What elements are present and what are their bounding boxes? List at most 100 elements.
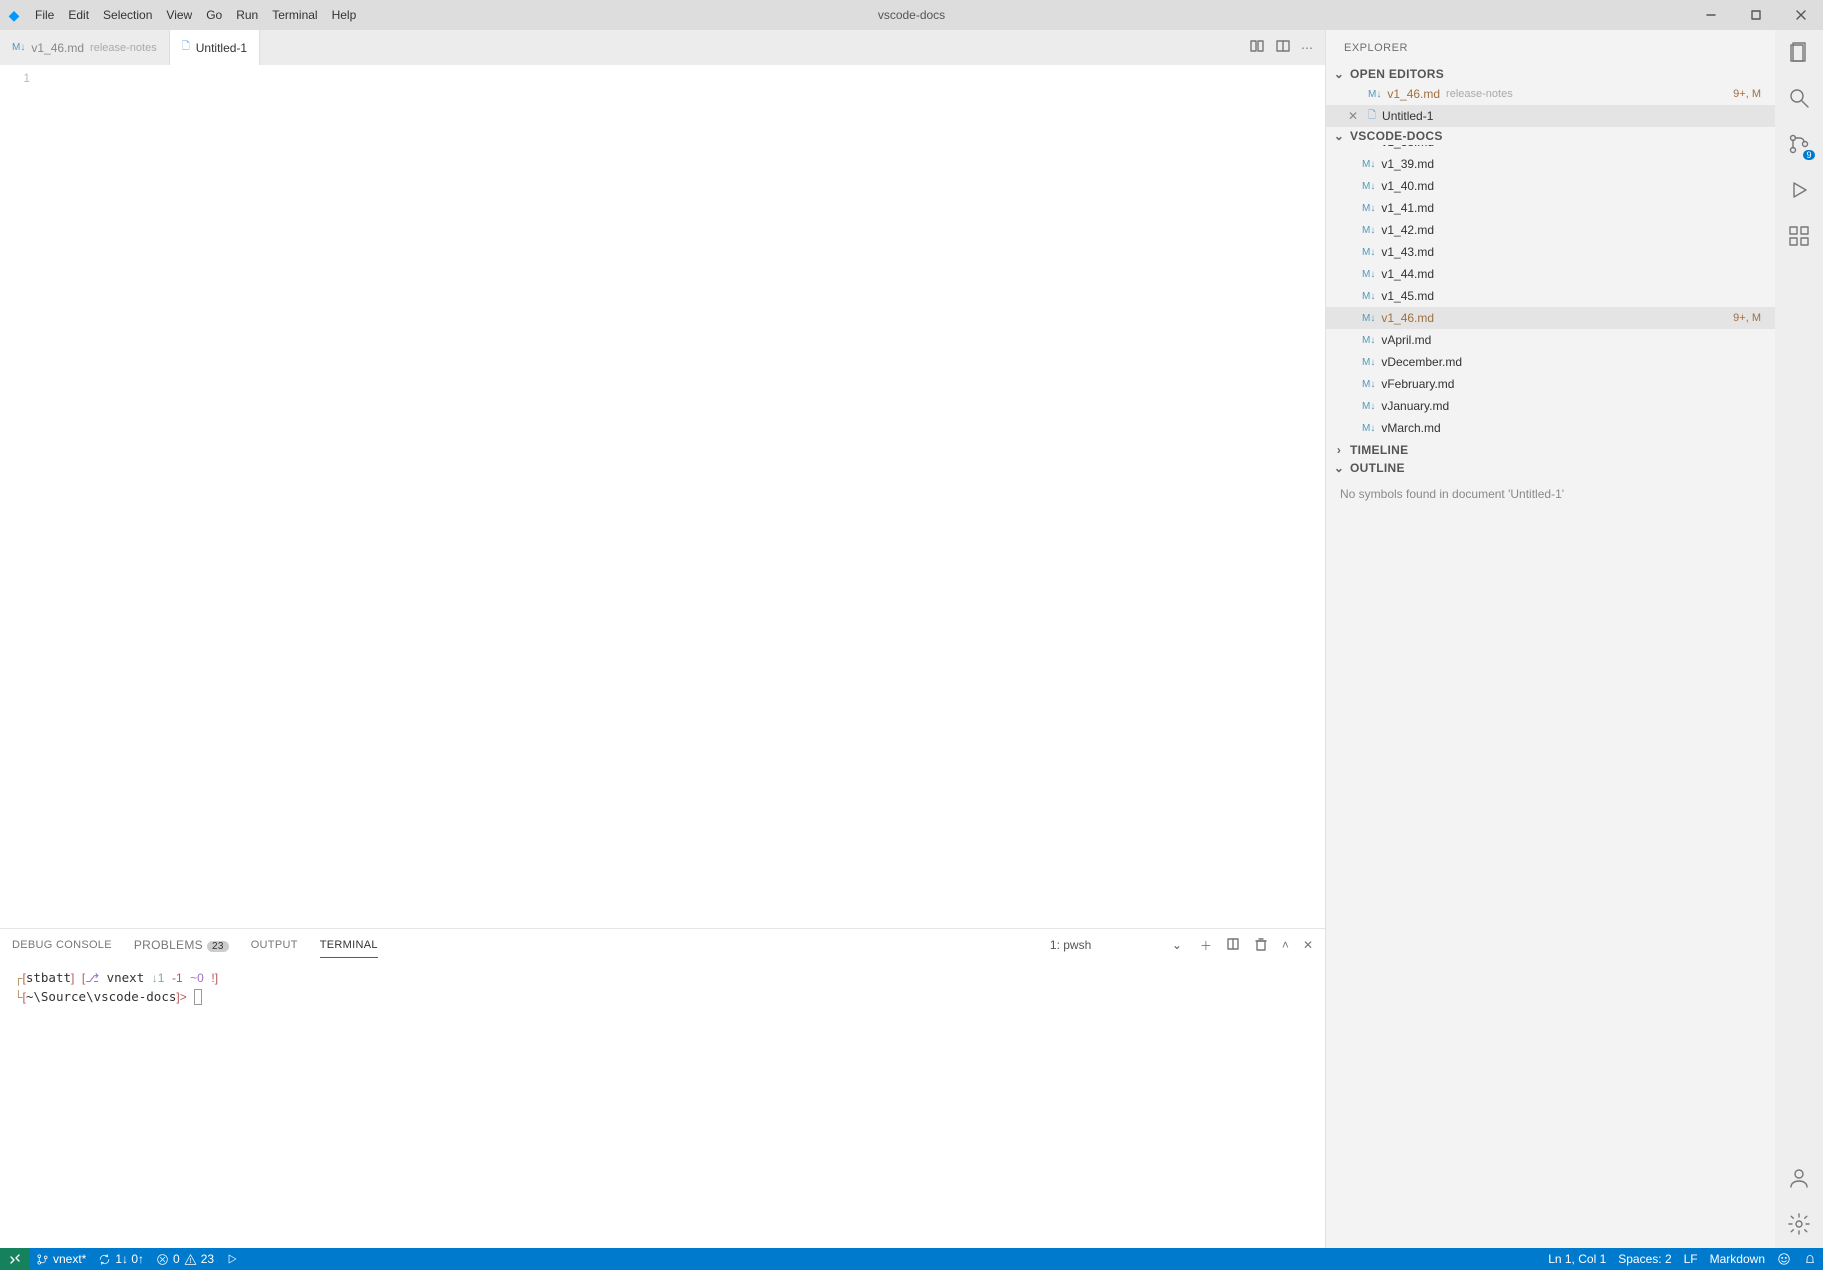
tab-debug-console[interactable]: DEBUG CONSOLE	[12, 939, 112, 951]
feedback-icon[interactable]	[1771, 1252, 1797, 1266]
markdown-icon: M↓	[1362, 401, 1375, 412]
markdown-icon: M↓	[1362, 291, 1375, 302]
markdown-icon: M↓	[1362, 181, 1375, 192]
file-tree-item[interactable]: M↓v1_45.md	[1326, 285, 1775, 307]
cursor-position[interactable]: Ln 1, Col 1	[1542, 1252, 1612, 1266]
file-tree-item[interactable]: M↓v1_46.md9+, M	[1326, 307, 1775, 329]
activity-bar: 9	[1775, 30, 1823, 1248]
editor-tab[interactable]: 🗋Untitled-1	[170, 30, 260, 65]
file-tree-item[interactable]: M↓v1_39.md	[1326, 153, 1775, 175]
modified-badge: 9+, M	[1733, 88, 1775, 100]
settings-gear-icon[interactable]	[1785, 1210, 1813, 1238]
remote-indicator[interactable]	[0, 1248, 30, 1270]
terminal-content[interactable]: ┌[stbatt] [⎇ vnext ↓1 -1 ~0 !] └[~\Sourc…	[0, 961, 1325, 1248]
terminal-selector-value: 1: pwsh	[1050, 938, 1091, 952]
extensions-icon[interactable]	[1785, 222, 1813, 250]
indentation[interactable]: Spaces: 2	[1612, 1252, 1677, 1266]
open-editor-item[interactable]: M↓v1_46.mdrelease-notes9+, M	[1326, 83, 1775, 105]
file-name: v1_41.md	[1381, 201, 1434, 215]
file-tree-item[interactable]: M↓v1_38.md	[1326, 145, 1775, 153]
search-icon[interactable]	[1785, 84, 1813, 112]
chevron-down-icon: ⌄	[1332, 67, 1346, 81]
menu-view[interactable]: View	[159, 4, 199, 26]
close-button[interactable]	[1778, 0, 1823, 30]
file-tree-item[interactable]: M↓v1_41.md	[1326, 197, 1775, 219]
outline-header[interactable]: ⌄OUTLINE	[1326, 459, 1775, 477]
problems-status[interactable]: 0 23	[150, 1252, 220, 1266]
compare-icon[interactable]	[1249, 38, 1265, 57]
file-icon: 🗋	[1368, 108, 1376, 125]
split-editor-icon[interactable]	[1275, 38, 1291, 57]
error-count: 0	[173, 1252, 180, 1266]
accounts-icon[interactable]	[1785, 1164, 1813, 1192]
file-tree-item[interactable]: M↓ v1_40.md	[1326, 175, 1775, 197]
kill-terminal-icon[interactable]	[1254, 937, 1268, 954]
menu-terminal[interactable]: Terminal	[265, 4, 324, 26]
markdown-icon: M↓	[1362, 247, 1375, 258]
run-debug-icon[interactable]	[1785, 176, 1813, 204]
close-panel-icon[interactable]: ✕	[1303, 938, 1313, 952]
file-path: release-notes	[1446, 88, 1513, 100]
menu-go[interactable]: Go	[199, 4, 229, 26]
file-tree-item[interactable]: M↓v1_42.md	[1326, 219, 1775, 241]
file-tree-item[interactable]: M↓vMarch.md	[1326, 417, 1775, 439]
file-tree-item[interactable]: M↓ vJanuary.md	[1326, 395, 1775, 417]
timeline-header[interactable]: ›TIMELINE	[1326, 441, 1775, 459]
file-name: Untitled-1	[1382, 109, 1433, 123]
editor-group: M↓v1_46.mdrelease-notes🗋Untitled-1 ⋯ 1 D…	[0, 30, 1325, 1248]
menu-edit[interactable]: Edit	[61, 4, 96, 26]
file-name: vMarch.md	[1381, 421, 1440, 435]
split-terminal-icon[interactable]	[1226, 937, 1240, 954]
file-tree-item[interactable]: M↓vFebruary.md	[1326, 373, 1775, 395]
editor-body[interactable]: 1	[0, 65, 1325, 928]
file-tree-item[interactable]: M↓v1_44.md	[1326, 263, 1775, 285]
more-icon[interactable]: ⋯	[1301, 41, 1313, 55]
explorer-icon[interactable]	[1785, 38, 1813, 66]
file-tree-item[interactable]: M↓v1_43.md	[1326, 241, 1775, 263]
file-tree: M↓v1_38.mdM↓v1_39.mdM↓v1_40.mdM↓v1_41.md…	[1326, 145, 1775, 441]
maximize-panel-icon[interactable]: ˄	[1282, 938, 1289, 952]
chevron-right-icon: ›	[1332, 443, 1346, 457]
markdown-icon: M↓	[1362, 225, 1375, 236]
file-tree-item[interactable]: M↓vApril.md	[1326, 329, 1775, 351]
menu-run[interactable]: Run	[229, 4, 265, 26]
debug-start[interactable]	[220, 1253, 244, 1265]
close-icon[interactable]: ✕	[1348, 109, 1362, 123]
folder-header[interactable]: ⌄VSCODE-DOCS	[1326, 127, 1775, 145]
code-area[interactable]	[40, 65, 1325, 928]
main-area: M↓v1_46.mdrelease-notes🗋Untitled-1 ⋯ 1 D…	[0, 30, 1823, 1248]
open-editor-item[interactable]: ✕ 🗋 Untitled-1	[1326, 105, 1775, 127]
tab-terminal[interactable]: TERMINAL	[320, 939, 378, 958]
file-tree-item[interactable]: M↓vDecember.md	[1326, 351, 1775, 373]
minimize-button[interactable]	[1688, 0, 1733, 30]
menu-file[interactable]: File	[28, 4, 61, 26]
menu-help[interactable]: Help	[325, 4, 364, 26]
folder-label: VSCODE-DOCS	[1350, 129, 1443, 143]
language-mode[interactable]: Markdown	[1704, 1252, 1771, 1266]
markdown-icon: M↓	[1362, 159, 1375, 170]
terminal-selector[interactable]: 1: pwsh⌄	[1046, 936, 1186, 955]
notifications-icon[interactable]	[1797, 1252, 1823, 1266]
file-name: vApril.md	[1381, 333, 1431, 347]
warning-count: 23	[201, 1252, 214, 1266]
file-name: v1_46.md	[1387, 87, 1440, 101]
tab-problems[interactable]: PROBLEMS23	[134, 938, 229, 952]
file-name: v1_40.md	[1381, 179, 1434, 193]
new-terminal-icon[interactable]: ＋	[1200, 937, 1212, 954]
tab-label: Untitled-1	[196, 41, 247, 55]
markdown-icon: M↓	[12, 42, 25, 53]
maximize-button[interactable]	[1733, 0, 1778, 30]
scm-badge: 9	[1803, 150, 1815, 160]
file-name: vJanuary.md	[1381, 399, 1449, 413]
tab-problems-label: PROBLEMS	[134, 938, 203, 952]
outline-empty-message: No symbols found in document 'Untitled-1…	[1326, 477, 1775, 511]
source-control-icon[interactable]: 9	[1785, 130, 1813, 158]
menu-selection[interactable]: Selection	[96, 4, 159, 26]
editor-tab[interactable]: M↓v1_46.mdrelease-notes	[0, 30, 170, 65]
eol[interactable]: LF	[1678, 1252, 1704, 1266]
editor-actions: ⋯	[1249, 30, 1325, 65]
git-branch[interactable]: vnext*	[30, 1252, 92, 1266]
tab-output[interactable]: OUTPUT	[251, 939, 298, 951]
open-editors-header[interactable]: ⌄OPEN EDITORS	[1326, 65, 1775, 83]
sync-status[interactable]: 1↓ 0↑	[92, 1252, 150, 1266]
